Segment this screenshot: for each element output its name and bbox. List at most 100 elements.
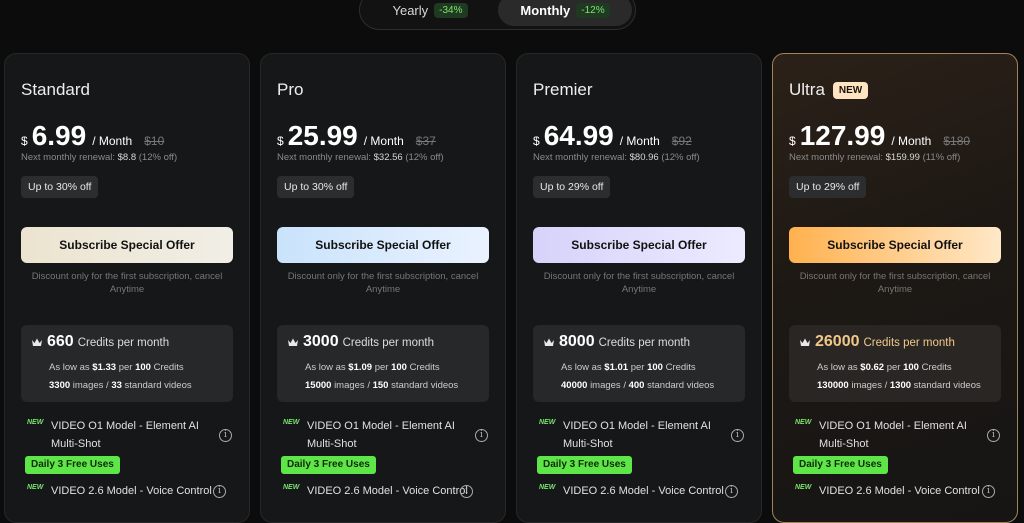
renewal-price: $159.99 [885, 152, 920, 163]
renewal-info: Next monthly renewal: $159.99 (11% off) [789, 152, 960, 163]
discount-note: Discount only for the first subscription… [799, 271, 991, 295]
info-icon[interactable]: i [475, 429, 488, 442]
renewal-label: Next monthly renewal: [533, 152, 627, 163]
subscribe-button[interactable]: Subscribe Special Offer [533, 227, 745, 263]
feature-item: NEW VIDEO 2.6 Model - Voice Control [795, 482, 1007, 500]
price-per-credits: As low as $1.01 per 100 Credits [561, 362, 696, 373]
price-period: / Month [891, 134, 932, 148]
original-price: $92 [671, 134, 692, 148]
monthly-discount-badge: -12% [576, 2, 610, 18]
subscribe-button[interactable]: Subscribe Special Offer [277, 227, 489, 263]
new-tag: NEW [27, 484, 44, 491]
credits-amount: 660 [47, 333, 74, 350]
images-count: 40000 [561, 380, 588, 391]
monthly-option[interactable]: Monthly -12% [498, 0, 632, 26]
new-tag: NEW [795, 419, 812, 426]
renewal-label: Next monthly renewal: [277, 152, 371, 163]
price-per-100-credits: $1.09 [348, 362, 373, 373]
plan-card-pro: Pro $ 25.99 / Month $37 Next monthly ren… [260, 53, 506, 523]
free-uses-badge: Daily 3 Free Uses [281, 456, 376, 474]
feature-text: VIDEO O1 Model - Element AI Multi-Shot [563, 420, 711, 450]
price-period: / Month [619, 134, 660, 148]
credits-label: Credits per month [77, 337, 170, 349]
info-icon[interactable]: i [987, 429, 1000, 442]
free-uses-badge: Daily 3 Free Uses [793, 456, 888, 474]
yearly-label: Yearly [392, 2, 429, 18]
price-row: $ 127.99 / Month $180 [789, 120, 970, 152]
discount-badge: Up to 30% off [277, 176, 355, 198]
discount-badge: Up to 29% off [789, 176, 867, 198]
renewal-discount: (12% off) [138, 152, 178, 163]
feature-item: NEW VIDEO 2.6 Model - Voice Control [27, 482, 239, 500]
renewal-discount: (12% off) [405, 152, 444, 163]
videos-count: 400 [628, 380, 645, 391]
currency-symbol: $ [277, 134, 284, 148]
credits-box: 3000 Credits per month As low as $1.09 p… [277, 325, 489, 402]
renewal-info: Next monthly renewal: $8.8 (12% off) [21, 152, 177, 163]
plan-name: Pro [277, 80, 304, 99]
subscribe-button[interactable]: Subscribe Special Offer [21, 227, 233, 263]
generation-capacity: 15000 images / 150 standard videos [305, 380, 459, 391]
renewal-label: Next monthly renewal: [21, 152, 115, 163]
price-row: $ 64.99 / Month $92 [533, 120, 692, 152]
plan-name: Standard [21, 80, 90, 99]
discount-note: Discount only for the first subscription… [543, 271, 735, 295]
renewal-price: $8.8 [117, 152, 137, 163]
renewal-label: Next monthly renewal: [789, 152, 883, 163]
new-tag: NEW [283, 419, 300, 426]
info-icon[interactable]: i [982, 485, 995, 498]
plan-price: 6.99 [31, 120, 87, 151]
billing-period-toggle: Yearly -34% Monthly -12% [359, 0, 636, 30]
renewal-price: $80.96 [629, 152, 659, 163]
images-count: 130000 [817, 380, 849, 391]
crown-icon [288, 338, 298, 346]
crown-icon [800, 338, 810, 346]
credits-box: 8000 Credits per month As low as $1.01 p… [533, 325, 745, 402]
feature-text: VIDEO O1 Model - Element AI Multi-Shot [307, 420, 455, 450]
info-icon[interactable]: i [731, 429, 744, 442]
credits-label: Credits per month [342, 337, 434, 349]
free-uses-badge: Daily 3 Free Uses [537, 456, 632, 474]
price-period: / Month [363, 134, 404, 148]
info-icon[interactable]: i [213, 485, 226, 498]
plan-price: 25.99 [287, 120, 358, 151]
discount-badge: Up to 30% off [21, 176, 99, 198]
feature-item: NEW VIDEO O1 Model - Element AI Multi-Sh… [795, 417, 1007, 453]
images-count: 15000 [305, 380, 332, 391]
yearly-option[interactable]: Yearly -34% [364, 0, 496, 26]
feature-text: VIDEO 2.6 Model - Voice Control [819, 485, 980, 497]
generation-capacity: 40000 images / 400 standard videos [561, 380, 715, 391]
credits-amount: 3000 [303, 333, 339, 350]
info-icon[interactable]: i [219, 429, 232, 442]
original-price: $37 [415, 134, 436, 148]
videos-count: 1300 [889, 380, 912, 391]
feature-text: VIDEO O1 Model - Element AI Multi-Shot [819, 420, 967, 450]
price-period: / Month [92, 134, 133, 148]
plan-name: Ultra [789, 80, 825, 99]
currency-symbol: $ [789, 134, 796, 148]
plan-card-ultra: Ultra NEW $ 127.99 / Month $180 Next mon… [772, 53, 1018, 523]
plan-price: 64.99 [543, 120, 614, 151]
feature-item: NEW VIDEO O1 Model - Element AI Multi-Sh… [27, 417, 239, 453]
info-icon[interactable]: i [725, 485, 738, 498]
price-per-credits: As low as $1.33 per 100 Credits [49, 362, 184, 373]
new-tag: NEW [795, 484, 812, 491]
credits-box: 26000 Credits per month As low as $0.62 … [789, 325, 1001, 402]
crown-icon [32, 338, 42, 346]
price-per-100-credits: $1.01 [604, 362, 629, 373]
credits-amount: 26000 [815, 333, 860, 350]
new-badge: NEW [832, 81, 869, 99]
info-icon[interactable]: i [460, 485, 473, 498]
price-per-credits: As low as $0.62 per 100 Credits [817, 362, 952, 373]
subscribe-button[interactable]: Subscribe Special Offer [789, 227, 1001, 263]
feature-item: NEW VIDEO O1 Model - Element AI Multi-Sh… [539, 417, 751, 453]
renewal-info: Next monthly renewal: $32.56 (12% off) [277, 152, 444, 163]
generation-capacity: 3300 images / 33 standard videos [49, 380, 192, 391]
discount-note: Discount only for the first subscription… [31, 271, 223, 295]
feature-item: NEW VIDEO 2.6 Model - Voice Control [539, 482, 751, 500]
videos-count: 33 [111, 380, 122, 391]
free-uses-badge: Daily 3 Free Uses [25, 456, 120, 474]
original-price: $10 [144, 134, 165, 148]
credits-label: Credits per month [863, 337, 955, 349]
new-tag: NEW [539, 419, 556, 426]
